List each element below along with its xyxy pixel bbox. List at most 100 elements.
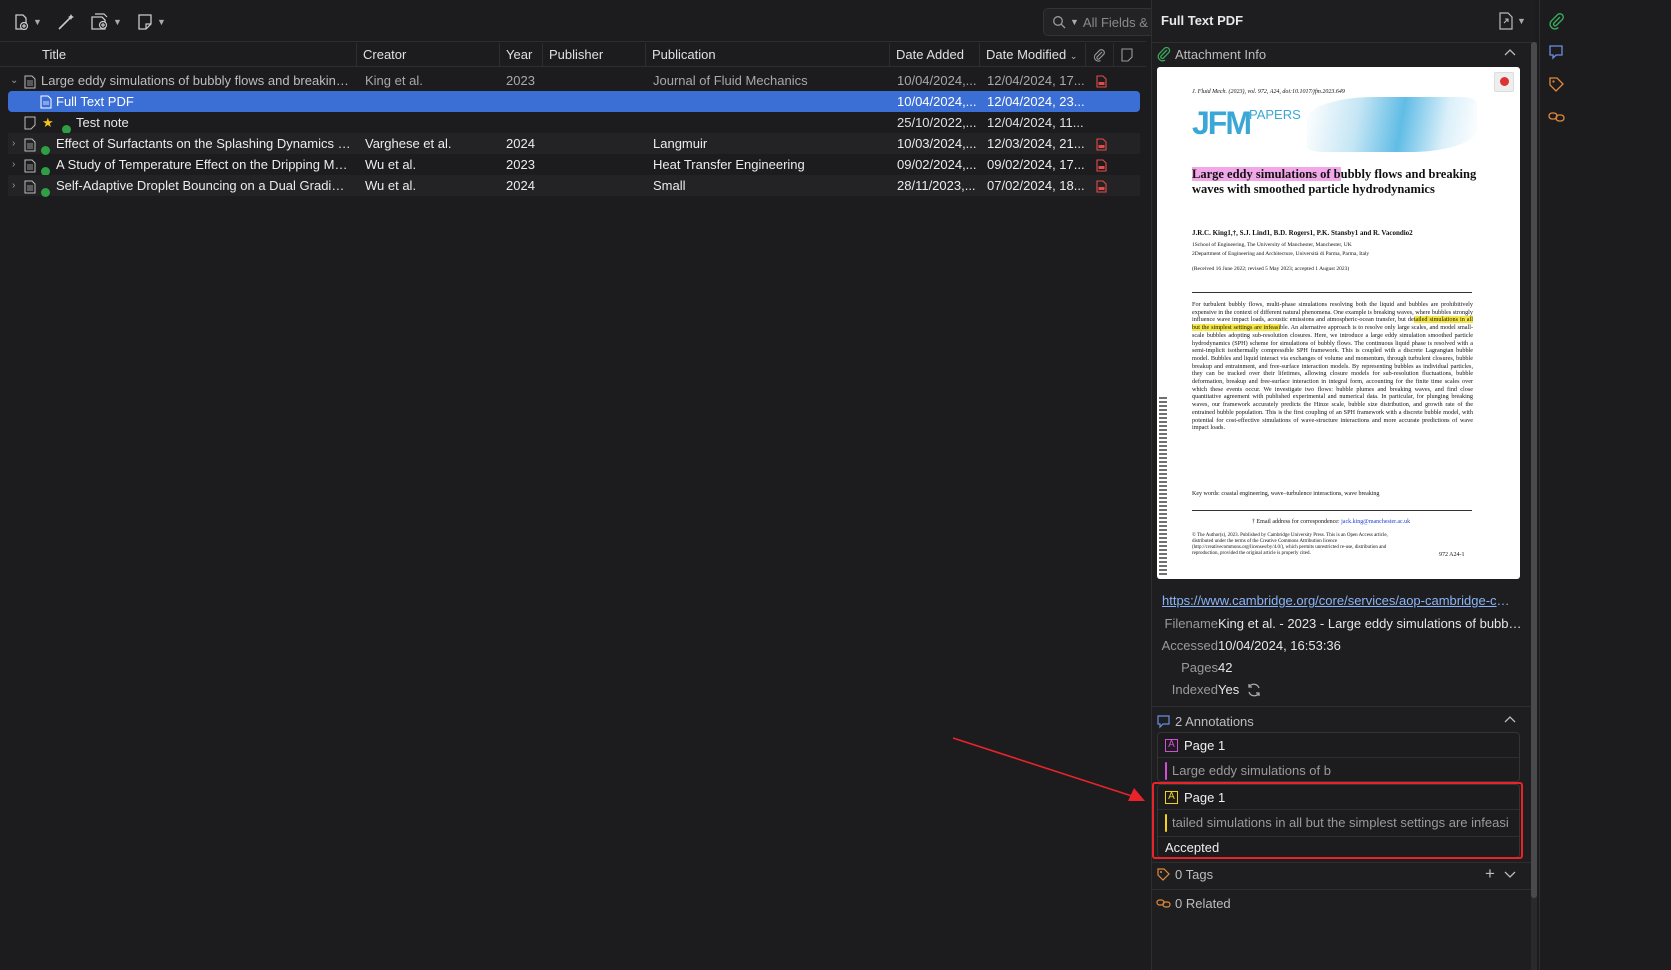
related-nav-icon[interactable] bbox=[1548, 108, 1565, 125]
pdf-attachment-icon[interactable] bbox=[1096, 178, 1107, 199]
chevron-down-icon: ▼ bbox=[113, 17, 122, 27]
row-title: Test note bbox=[76, 115, 129, 130]
annotation-comment[interactable]: Accepted bbox=[1158, 836, 1519, 858]
annotations-header[interactable]: 2 Annotations bbox=[1156, 710, 1254, 732]
preview-journal-line: J. Fluid Mech. (2023), vol. 972, A24, do… bbox=[1192, 89, 1345, 95]
expand-chevron-icon[interactable]: › bbox=[12, 133, 22, 154]
star-icon: ★ bbox=[42, 115, 54, 130]
expand-section-icon[interactable] bbox=[1504, 869, 1516, 879]
related-label: 0 Related bbox=[1175, 896, 1231, 910]
related-icon bbox=[1156, 899, 1171, 908]
search-mode-chevron-icon[interactable]: ▼ bbox=[1070, 17, 1079, 27]
column-attachments[interactable] bbox=[1086, 43, 1114, 67]
attachment-url-link[interactable]: https://www.cambridge.org/core/services/… bbox=[1162, 593, 1514, 608]
add-attachment-button[interactable]: ▼ bbox=[90, 11, 122, 33]
column-publisher[interactable]: Publisher bbox=[543, 43, 646, 67]
row-title: Full Text PDF bbox=[56, 94, 134, 109]
attachment-info-icon bbox=[1157, 46, 1171, 61]
row-publication: Journal of Fluid Mechanics bbox=[653, 73, 808, 88]
table-row[interactable]: › A Study of Temperature Effect on the D… bbox=[8, 154, 1140, 176]
new-item-icon bbox=[15, 14, 29, 31]
tags-header[interactable]: 0 Tags bbox=[1156, 863, 1213, 885]
row-year: 2024 bbox=[506, 136, 535, 151]
preview-title-highlight: Large eddy simulations of b bbox=[1192, 167, 1341, 181]
filename-value[interactable]: King et al. - 2023 - Large eddy simulati… bbox=[1218, 616, 1523, 631]
sort-desc-icon: ⌄ bbox=[1069, 51, 1078, 61]
tags-nav-icon[interactable] bbox=[1548, 76, 1565, 93]
pdf-preview[interactable]: J. Fluid Mech. (2023), vol. 972, A24, do… bbox=[1157, 67, 1520, 579]
table-row-selected[interactable]: Full Text PDF 10/04/2024,... 12/04/2024,… bbox=[8, 91, 1140, 112]
scrollbar-thumb[interactable] bbox=[1531, 42, 1537, 898]
preview-affiliation-1: 1School of Engineering, The University o… bbox=[1192, 242, 1352, 248]
table-row[interactable]: › Effect of Surfactants on the Splashing… bbox=[8, 133, 1140, 155]
main-toolbar: ▼ ▼ ▼ ▼ All Fields & Tags bbox=[0, 0, 1216, 42]
column-publication[interactable]: Publication bbox=[646, 43, 890, 67]
highlight-annotation-icon: A bbox=[1165, 790, 1178, 804]
item-pane: Full Text PDF ▼ Attachment Info J. Fluid… bbox=[1151, 0, 1536, 970]
row-date-added: 10/03/2024,... bbox=[897, 136, 977, 151]
attachment-nav-icon[interactable] bbox=[1548, 13, 1565, 30]
divider bbox=[1152, 889, 1536, 890]
preview-keywords: Key words: coastal engineering, wave–tur… bbox=[1192, 491, 1380, 497]
field-label: Pages bbox=[1181, 660, 1218, 675]
magic-wand-icon bbox=[58, 14, 74, 30]
preview-rule bbox=[1192, 292, 1472, 293]
row-date-modified: 07/02/2024, 18... bbox=[987, 178, 1085, 193]
row-creator: Wu et al. bbox=[365, 157, 417, 172]
items-pane: ▼ ▼ ▼ ▼ All Fields & Tags Title Creator … bbox=[0, 0, 1216, 970]
field-accessed: Accessed 10/04/2024, 16:53:36 bbox=[1152, 638, 1532, 658]
add-attachment-icon bbox=[91, 13, 108, 30]
field-label: Indexed bbox=[1171, 682, 1218, 697]
row-date-modified: 12/04/2024, 23... bbox=[987, 94, 1085, 109]
table-row[interactable]: ★ Test note 25/10/2022,... 12/04/2024, 1… bbox=[8, 112, 1140, 134]
row-date-added: 09/02/2024,... bbox=[897, 157, 977, 172]
item-pane-scrollbar[interactable] bbox=[1531, 42, 1537, 970]
add-by-identifier-button[interactable] bbox=[56, 11, 76, 33]
new-note-button[interactable]: ▼ bbox=[136, 11, 166, 33]
open-attachment-button[interactable]: ▼ bbox=[1498, 12, 1526, 30]
paperclip-icon bbox=[1093, 49, 1105, 62]
attachment-info-header[interactable]: Attachment Info bbox=[1156, 43, 1266, 65]
row-title: Self-Adaptive Droplet Bouncing on a Dual… bbox=[56, 178, 351, 193]
expand-chevron-icon[interactable]: › bbox=[12, 175, 22, 196]
annotations-icon bbox=[1157, 714, 1170, 728]
search-icon bbox=[1053, 16, 1066, 29]
row-date-added: 10/04/2024,... bbox=[897, 94, 977, 109]
row-creator: King et al. bbox=[365, 73, 423, 88]
reindex-icon[interactable] bbox=[1246, 682, 1262, 698]
annotation-header: A Page 1 bbox=[1158, 733, 1519, 758]
field-pages: Pages 42 bbox=[1152, 660, 1532, 680]
column-notes[interactable] bbox=[1114, 43, 1146, 67]
column-date-added[interactable]: Date Added bbox=[890, 43, 980, 67]
collapse-chevron-icon[interactable]: ⌄ bbox=[10, 70, 20, 91]
preview-page-number: 972 A24-1 bbox=[1439, 552, 1465, 558]
preview-affiliation-2: 2Department of Engineering and Architect… bbox=[1192, 251, 1370, 257]
column-creator[interactable]: Creator bbox=[357, 43, 500, 67]
related-header[interactable]: 0 Related bbox=[1156, 896, 1231, 910]
tag-icon bbox=[1157, 867, 1170, 881]
row-date-added: 10/04/2024,... bbox=[897, 73, 977, 88]
column-date-modified[interactable]: Date Modified ⌄ bbox=[980, 43, 1086, 67]
preview-side-text bbox=[1159, 397, 1167, 577]
preview-received: (Received 16 June 2022; revised 5 May 20… bbox=[1192, 266, 1350, 272]
pane-side-nav bbox=[1539, 0, 1571, 970]
annotation-page: Page 1 bbox=[1184, 789, 1226, 805]
collapse-section-icon[interactable] bbox=[1504, 48, 1516, 58]
collapse-section-icon[interactable] bbox=[1504, 715, 1516, 725]
row-publication: Heat Transfer Engineering bbox=[653, 157, 805, 172]
column-title[interactable]: Title bbox=[36, 43, 357, 67]
table-row[interactable]: ⌄ Large eddy simulations of bubbly flows… bbox=[8, 70, 1140, 91]
preview-abstract: For turbulent bubbly flows, multi-phase … bbox=[1192, 301, 1473, 432]
expand-chevron-icon[interactable]: › bbox=[12, 154, 22, 175]
new-item-button[interactable]: ▼ bbox=[12, 11, 42, 33]
annotation-card[interactable]: A Page 1 tailed simulations in all but t… bbox=[1157, 784, 1520, 858]
annotations-nav-icon[interactable] bbox=[1548, 44, 1565, 61]
table-row[interactable]: › Self-Adaptive Droplet Bouncing on a Du… bbox=[8, 175, 1140, 199]
row-year: 2023 bbox=[506, 157, 535, 172]
add-tag-icon[interactable]: + bbox=[1485, 864, 1495, 884]
pages-value: 42 bbox=[1218, 660, 1233, 675]
row-date-modified: 12/04/2024, 17... bbox=[987, 73, 1085, 88]
annotation-card[interactable]: A Page 1 Large eddy simulations of b bbox=[1157, 732, 1520, 782]
row-date-added: 25/10/2022,... bbox=[897, 115, 977, 130]
column-year[interactable]: Year bbox=[500, 43, 543, 67]
